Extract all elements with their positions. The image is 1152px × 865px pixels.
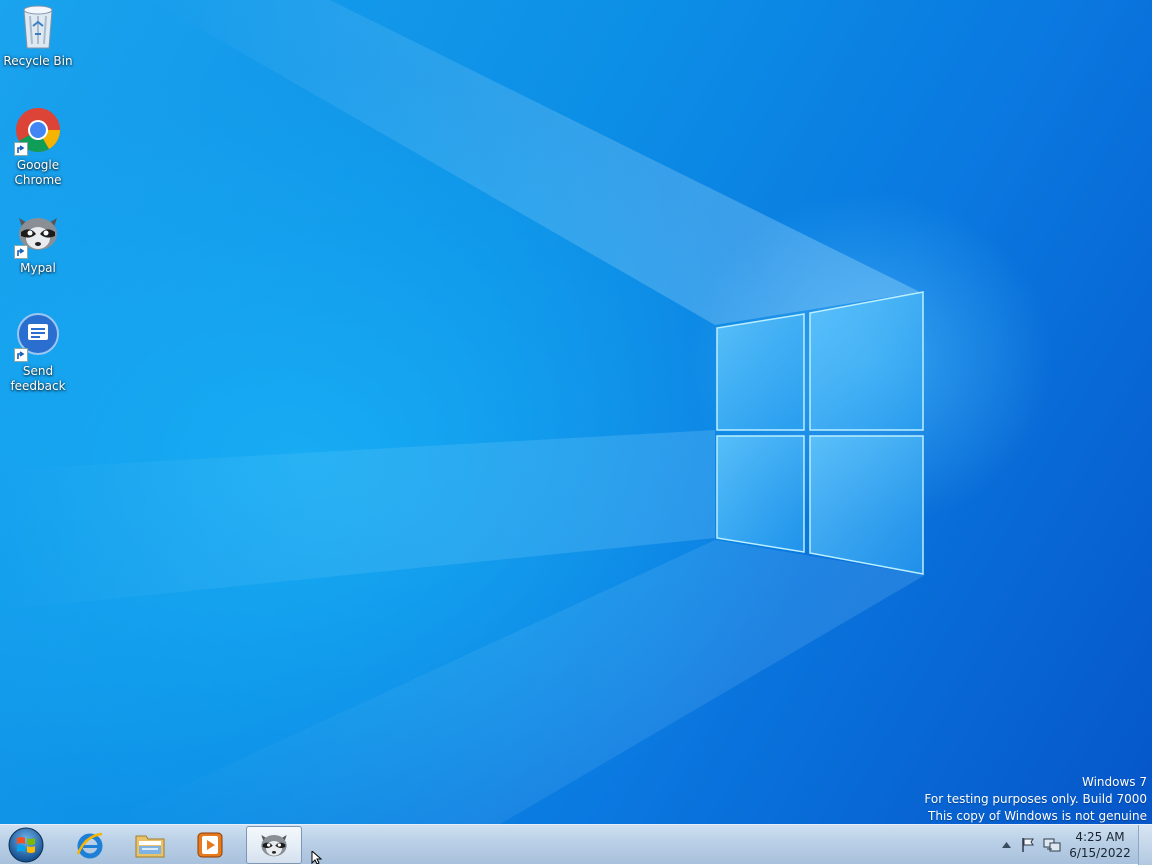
system-tray: 4:25 AM 6/15/2022 xyxy=(996,825,1136,865)
shortcut-arrow-icon xyxy=(14,245,28,259)
file-explorer-icon xyxy=(135,835,165,858)
feedback-icon xyxy=(14,312,62,362)
wallpaper-windows-logo xyxy=(716,291,924,575)
mypal-raccoon-icon xyxy=(261,835,287,857)
start-button[interactable] xyxy=(6,827,46,863)
taskbar: 4:25 AM 6/15/2022 xyxy=(0,824,1152,865)
shortcut-arrow-icon xyxy=(14,142,28,156)
clock-time: 4:25 AM xyxy=(1075,830,1125,844)
taskbar-media-player-button[interactable] xyxy=(182,826,238,864)
desktop-icon-label: Mypal xyxy=(20,261,56,275)
internet-explorer-icon xyxy=(76,832,103,859)
wallpaper-light-beams xyxy=(0,0,925,824)
show-desktop-button[interactable] xyxy=(1138,825,1152,865)
show-hidden-icons-chevron[interactable] xyxy=(996,825,1016,865)
chrome-icon xyxy=(14,106,62,156)
network-icon[interactable] xyxy=(1040,825,1064,865)
taskbar-clock[interactable]: 4:25 AM 6/15/2022 xyxy=(1064,829,1136,861)
taskbar-file-explorer-button[interactable] xyxy=(122,826,178,864)
shortcut-arrow-icon xyxy=(14,348,28,362)
windows-start-orb-icon xyxy=(8,827,44,863)
desktop-icon-label: Google Chrome xyxy=(14,158,62,187)
mouse-cursor-icon xyxy=(311,851,323,864)
mypal-raccoon-icon xyxy=(14,209,62,259)
desktop-icon-mypal[interactable]: Mypal xyxy=(0,209,76,276)
desktop-icon-google-chrome[interactable]: Google Chrome xyxy=(0,106,76,188)
clock-date: 6/15/2022 xyxy=(1069,846,1131,860)
desktop-icon-send-feedback[interactable]: Send feedback xyxy=(0,312,76,394)
watermark-genuine-notice: This copy of Windows is not genuine xyxy=(928,809,1147,823)
taskbar-internet-explorer-button[interactable] xyxy=(62,826,118,864)
desktop-icon-label: Recycle Bin xyxy=(3,54,73,68)
action-center-flag-icon[interactable] xyxy=(1016,825,1040,865)
recycle-bin-icon xyxy=(14,2,62,50)
desktop[interactable]: Recycle Bin Google Chrome Mypal Send fee… xyxy=(0,0,1152,824)
desktop-icon-label: Send feedback xyxy=(10,364,66,393)
windows-watermark: Windows 7 For testing purposes only. Bui… xyxy=(924,774,1147,824)
desktop-icon-recycle-bin[interactable]: Recycle Bin xyxy=(0,2,76,69)
media-player-icon xyxy=(197,832,223,858)
watermark-build: For testing purposes only. Build 7000 xyxy=(924,792,1147,806)
taskbar-mypal-button[interactable] xyxy=(246,826,302,864)
watermark-version: Windows 7 xyxy=(1081,775,1147,789)
